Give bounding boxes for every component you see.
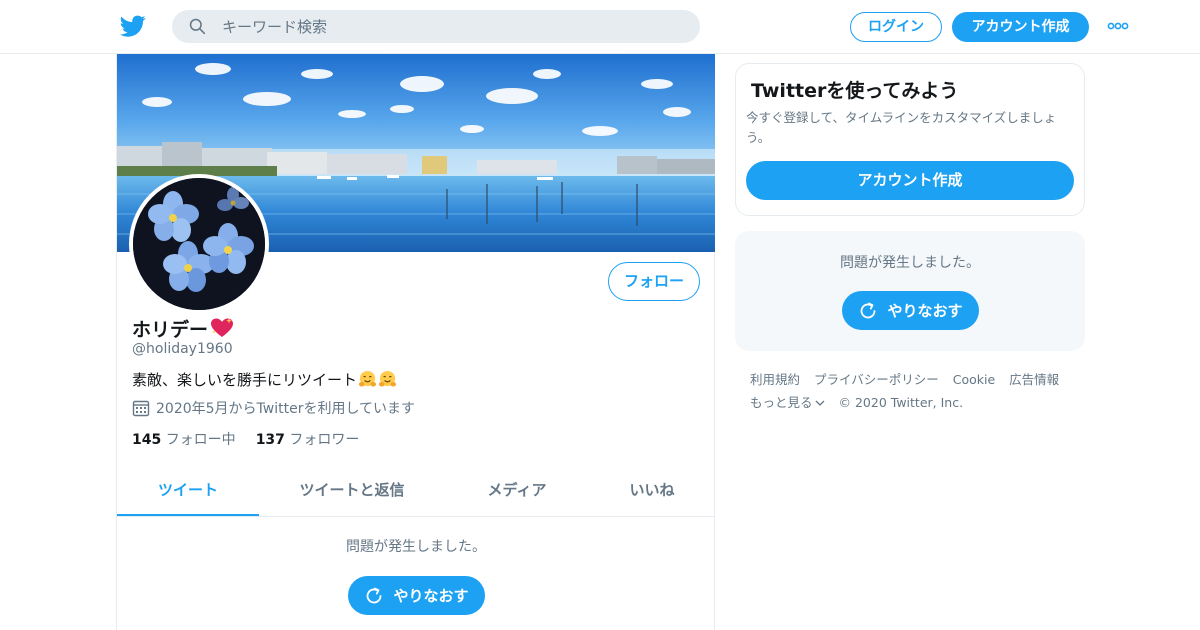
sparkling-heart-icon xyxy=(211,318,234,337)
profile-stats: 145 フォロー中 137 フォロワー xyxy=(132,429,379,449)
refresh-icon xyxy=(367,587,382,603)
search-input[interactable] xyxy=(222,10,682,43)
followers-stat[interactable]: 137 フォロワー xyxy=(256,429,360,449)
tab-media[interactable]: メディア xyxy=(467,466,567,516)
sidebar-footer: 利用規約 プライバシーポリシー Cookie 広告情報 もっと見る © 2020… xyxy=(750,368,1080,414)
footer-link-privacy[interactable]: プライバシーポリシー xyxy=(814,372,939,387)
more-dots-icon[interactable] xyxy=(1107,19,1129,33)
profile-bio: 素敵、楽しいを勝手にリツイート xyxy=(132,370,358,389)
sidebar-error-message: 問題が発生しました。 xyxy=(840,255,980,271)
footer-more-link[interactable]: もっと見る xyxy=(750,395,825,410)
profile-avatar[interactable] xyxy=(129,174,269,314)
twitter-bird-icon[interactable] xyxy=(120,13,146,39)
sidebar-retry-button[interactable]: やりなおす xyxy=(842,291,979,330)
profile-column: フォロー ホリデー @holiday1960 素敵、楽しいを勝手にリツイート 2… xyxy=(116,54,715,630)
followers-count: 137 xyxy=(255,432,285,448)
following-label: フォロー中 xyxy=(165,432,236,448)
profile-joined-row: 2020年5月からTwitterを利用しています xyxy=(132,398,415,418)
top-navigation-bar: ログイン アカウント作成 xyxy=(0,0,1200,54)
follow-button[interactable]: フォロー xyxy=(608,262,700,301)
profile-name-row: ホリデー xyxy=(132,316,234,341)
search-icon xyxy=(189,18,206,35)
hugging-face-icon xyxy=(358,370,377,387)
tab-tweets-and-replies[interactable]: ツイートと返信 xyxy=(277,466,427,516)
tab-tweets[interactable]: ツイート xyxy=(117,466,259,516)
timeline-retry-button[interactable]: やりなおす xyxy=(348,576,485,615)
sidebar-error-card: 問題が発生しました。 やりなおす xyxy=(735,231,1085,351)
chevron-down-icon xyxy=(815,400,824,406)
footer-more-label: もっと見る xyxy=(750,395,813,410)
timeline-retry-label: やりなおす xyxy=(393,587,469,605)
calendar-icon xyxy=(132,400,150,417)
tab-likes[interactable]: いいね xyxy=(607,466,697,516)
promo-card-title: Twitterを使ってみよう xyxy=(751,80,959,102)
footer-links-row: 利用規約 プライバシーポリシー Cookie 広告情報 xyxy=(750,368,1080,391)
following-count: 145 xyxy=(132,432,162,448)
signup-promo-card: Twitterを使ってみよう 今すぐ登録して、タイムラインをカスタマイズしましょ… xyxy=(735,63,1085,216)
signup-button[interactable]: アカウント作成 xyxy=(952,12,1089,42)
footer-link-ads[interactable]: 広告情報 xyxy=(1009,372,1059,387)
refresh-icon xyxy=(861,302,876,318)
search-box[interactable] xyxy=(172,10,700,43)
promo-card-description: 今すぐ登録して、タイムラインをカスタマイズしましょう。 xyxy=(746,110,1057,145)
footer-link-terms[interactable]: 利用規約 xyxy=(750,372,800,387)
promo-signup-button[interactable]: アカウント作成 xyxy=(746,161,1074,200)
profile-bio-row: 素敵、楽しいを勝手にリツイート xyxy=(132,368,397,390)
profile-handle: @holiday1960 xyxy=(132,341,233,357)
footer-link-cookie[interactable]: Cookie xyxy=(953,372,995,387)
timeline-error-message: 問題が発生しました。 xyxy=(346,539,486,555)
login-button[interactable]: ログイン xyxy=(850,12,942,42)
footer-copyright: © 2020 Twitter, Inc. xyxy=(838,395,964,410)
following-stat[interactable]: 145 フォロー中 xyxy=(132,429,236,449)
profile-name: ホリデー xyxy=(132,318,209,341)
profile-tabs: ツイート ツイートと返信 メディア いいね xyxy=(117,466,715,517)
followers-label: フォロワー xyxy=(289,432,360,448)
sidebar-retry-label: やりなおす xyxy=(887,302,963,320)
hugging-face-icon xyxy=(378,370,397,387)
footer-second-row: もっと見る © 2020 Twitter, Inc. xyxy=(750,391,1080,414)
profile-joined-date: 2020年5月からTwitterを利用しています xyxy=(156,401,416,417)
